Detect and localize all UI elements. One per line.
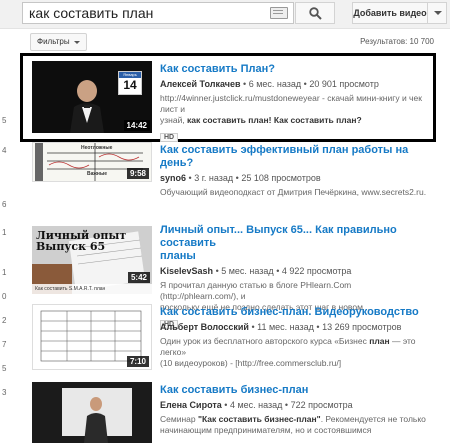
search-input[interactable]: как составить план [22, 2, 294, 24]
upload-age: 3 г. назад [194, 173, 234, 183]
video-info: Как составить План? Алексей Толкачев • 6… [160, 63, 432, 144]
video-description: Один урок из бесплатного авторского курс… [160, 336, 432, 369]
upload-age: 5 мес. назад [221, 266, 274, 276]
channel-name[interactable]: KiselevSash [160, 266, 213, 276]
upload-age: 6 мес. назад [248, 79, 302, 89]
video-title[interactable]: Как составить бизнес-план. Видеоруководс… [160, 306, 432, 319]
video-description: Обучающий видеоподкаст от Дмитрия Печёрк… [160, 187, 427, 197]
video-info: Как составить бизнес-план Елена Сирота •… [160, 384, 432, 436]
video-result[interactable]: 7:10 Как составить бизнес-план. Видеорук… [22, 304, 434, 372]
video-meta: syno6 • 3 г. назад • 25 108 просмотров [160, 173, 321, 183]
guide-number: 2 [2, 316, 7, 325]
description-line: Я прочитал данную статью в блоге PHlearn… [160, 280, 352, 301]
upload-age: 11 мес. назад [257, 322, 314, 332]
description-line: узнай, как составить план! Как составить… [160, 115, 362, 125]
video-description: http://4winner.justclick.ru/mustdoneweye… [160, 93, 432, 126]
view-count: 722 просмотра [290, 400, 353, 410]
channel-name[interactable]: Елена Сирота [160, 400, 222, 410]
duration-badge: 5:42 [127, 272, 150, 283]
guide-number: 6 [2, 200, 7, 209]
description-line: Один урок из бесплатного авторского курс… [160, 336, 416, 357]
description-line: Семинар "Как составить бизнес-план". Рек… [160, 414, 426, 424]
video-meta: Алексей Толкачев • 6 мес. назад • 20 901… [160, 79, 379, 89]
guide-number: 5 [2, 116, 7, 125]
description-line: http://4winner.justclick.ru/mustdoneweye… [160, 93, 422, 114]
description-line: (10 видеоуроков) - [http://free.commersc… [160, 358, 342, 368]
video-thumbnail[interactable]: 7:10 [32, 304, 152, 370]
video-info: Как составить бизнес-план. Видеоруководс… [160, 306, 432, 369]
channel-name[interactable]: Альберт Волосский [160, 322, 249, 332]
channel-name[interactable]: syno6 [160, 173, 186, 183]
sheet-heading: Важные [87, 171, 108, 177]
video-title[interactable]: Как составить бизнес-план [160, 384, 432, 397]
calendar-icon: Январь 14 [118, 71, 142, 95]
video-info: Как составить эффективный план работы на… [160, 144, 432, 198]
view-count: 4 922 просмотра [281, 266, 352, 276]
video-result[interactable]: Как составить бизнес-план Елена Сирота •… [22, 382, 434, 443]
video-title[interactable]: Личный опыт... Выпуск 65... Как правильн… [160, 224, 432, 263]
thumbnail-overlay-title: Личный опыт Выпуск 65 [36, 229, 127, 253]
results-count: Результатов: 10 700 [360, 37, 434, 46]
view-count: 25 108 просмотров [241, 173, 321, 183]
left-guide-numbers: 5 4 6 1 1 0 2 7 5 3 [0, 0, 10, 443]
video-thumbnail[interactable]: Неотложные Важные 9:58 [32, 142, 152, 182]
guide-number: 0 [2, 292, 7, 301]
hd-badge: HD [160, 133, 179, 142]
video-meta: KiselevSash • 5 мес. назад • 4 922 просм… [160, 266, 352, 276]
video-result[interactable]: Личный опыт Выпуск 65 Как составить S.M.… [22, 224, 434, 329]
video-thumbnail[interactable]: Личный опыт Выпуск 65 Как составить S.M.… [32, 226, 152, 294]
upload-age: 4 мес. назад [229, 400, 283, 410]
thumbnail-caption: Как составить S.M.A.R.T. план [32, 284, 152, 294]
search-icon [309, 7, 322, 20]
top-bar: как составить план Добавить видео [0, 0, 450, 29]
upload-video-button[interactable]: Добавить видео [352, 2, 428, 24]
guide-number: 1 [2, 228, 7, 237]
sheet-heading: Неотложные [81, 145, 113, 151]
duration-badge: 7:10 [126, 356, 149, 367]
video-result-selected[interactable]: Январь 14 14:42 Как составить План? Алек… [20, 53, 436, 142]
video-meta: Альберт Волосский • 11 мес. назад • 13 2… [160, 322, 402, 332]
seminar-image [32, 382, 152, 443]
guide-number: 7 [2, 340, 7, 349]
video-title[interactable]: Как составить План? [160, 63, 432, 76]
guide-number: 3 [2, 388, 7, 397]
video-title[interactable]: Как составить эффективный план работы на… [160, 144, 432, 170]
upload-menu-chevron-down-icon[interactable] [427, 2, 447, 24]
guide-number: 1 [2, 268, 7, 277]
video-result[interactable]: Неотложные Важные 9:58 Как составить эфф… [22, 142, 434, 212]
guide-number: 4 [2, 146, 7, 155]
filters-button[interactable]: Фильтры [30, 33, 87, 51]
view-count: 13 269 просмотров [322, 322, 402, 332]
video-thumbnail[interactable]: Январь 14 14:42 [32, 61, 152, 133]
channel-name[interactable]: Алексей Толкачев [160, 79, 241, 89]
video-description: Семинар "Как составить бизнес-план". Рек… [160, 414, 432, 436]
duration-badge: 14:42 [123, 120, 150, 131]
keyboard-icon[interactable] [270, 7, 288, 19]
guide-number: 5 [2, 364, 7, 373]
view-count: 20 901 просмотр [309, 79, 379, 89]
duration-badge: 9:58 [126, 168, 149, 179]
calendar-day: 14 [123, 78, 137, 92]
video-thumbnail[interactable] [32, 382, 152, 443]
description-line: начинающим предпринимателям, но и состоя… [160, 425, 372, 435]
search-button[interactable] [295, 2, 335, 24]
video-meta: Елена Сирота • 4 мес. назад • 722 просмо… [160, 400, 353, 410]
